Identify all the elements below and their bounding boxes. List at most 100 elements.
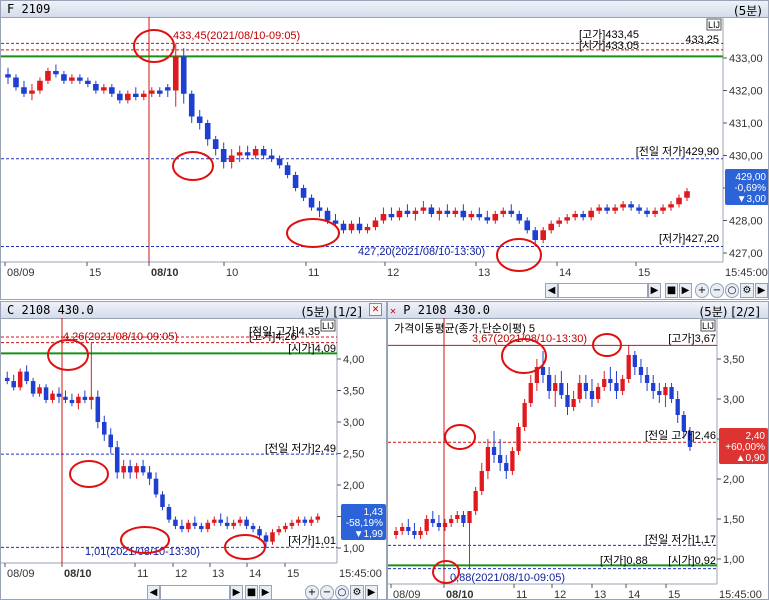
candle-body (436, 210, 443, 214)
candle-body (583, 383, 588, 391)
candle-body (237, 519, 243, 523)
candle-body (449, 519, 454, 523)
candle-body (188, 93, 195, 117)
low-label: [저가]427,20 (659, 232, 719, 245)
candle-body (532, 230, 539, 240)
candle-body (89, 396, 94, 400)
futures-candle-chart[interactable]: 433,00 432,00 431,00 430,00 429,00 428,00 427,… (1, 1, 769, 300)
zoom-fit-icon[interactable]: ○ (335, 585, 349, 599)
price-tick-label: 433,00 (729, 53, 763, 65)
zoom-out-icon[interactable]: − (320, 585, 334, 599)
time-tick-label: 14 (559, 267, 571, 279)
candle-body (516, 214, 523, 221)
candle-body (108, 434, 114, 448)
candle-body (681, 415, 686, 431)
candle-body (85, 80, 91, 84)
candle-body (404, 210, 411, 214)
candle-body (589, 391, 595, 399)
time-tick-label: 13 (478, 267, 490, 279)
zoom-fit-icon[interactable]: ○ (725, 283, 739, 298)
candle-body (498, 455, 503, 463)
scrollbar-track[interactable] (160, 585, 230, 599)
candle-body (101, 87, 107, 91)
highlight-circle (69, 460, 109, 488)
settings-icon[interactable]: ⚙ (350, 585, 364, 599)
price-tick-label: 2,00 (343, 480, 364, 492)
candle-body (604, 207, 610, 211)
candle-body (572, 214, 578, 218)
candle-body (141, 93, 147, 97)
call-option-chart-panel: C 2108 430.0 (5분) [1/2] ✕ 4,00 3,50 3,00 2,… (0, 301, 387, 600)
candle-body (252, 149, 259, 156)
candle-body (595, 387, 601, 399)
price-tick-label: 3,00 (723, 394, 744, 406)
candle-body (565, 395, 570, 407)
prev-high-label: [전일 고가]2,46 (645, 428, 716, 442)
candle-body (140, 466, 146, 473)
candle-body (134, 466, 139, 473)
price-badge-value: 429,00 (735, 172, 766, 183)
candle-body (620, 204, 626, 208)
play-button[interactable]: ▶ (679, 283, 692, 298)
candle-body (276, 158, 283, 166)
candle-body (147, 472, 152, 479)
scroll-left-button[interactable]: ◀ (147, 585, 160, 599)
candle-body (5, 74, 11, 78)
zoom-out-icon[interactable]: − (710, 283, 724, 298)
settings-icon[interactable]: ⚙ (740, 283, 754, 298)
scrollbar-track[interactable] (558, 283, 648, 298)
candle-body (50, 393, 55, 400)
price-tick-label: 428,00 (729, 216, 763, 228)
price-tick-label: 2,00 (723, 474, 744, 486)
candle-body (388, 214, 395, 218)
time-tick-label: 11 (308, 267, 319, 279)
candle-body (284, 165, 291, 175)
candle-body (500, 210, 507, 214)
time-tick-label: 12 (175, 568, 187, 580)
candle-body (82, 396, 88, 400)
high-label: [고가]3,67 (668, 332, 716, 345)
candle-body (580, 214, 586, 218)
candle-body (196, 116, 203, 123)
put-option-candle-chart[interactable]: 3,503,002,502,001,501,0008/0908/10111213… (388, 302, 769, 600)
highlight-circle (286, 218, 340, 248)
price-tick-label: 3,00 (343, 417, 364, 429)
high-annotation: 433,45(2021/08/10-09:05) (173, 30, 300, 42)
call-option-candle-chart[interactable]: 4,003,503,002,502,001,501,0008/0908/1011… (1, 302, 387, 600)
lij-toggle-icon: LIJ (322, 321, 334, 331)
price-tick-label: 1,00 (343, 543, 364, 555)
candle-body (473, 491, 478, 511)
candle-body (516, 427, 521, 451)
scroll-right-button[interactable]: ▶ (648, 283, 661, 298)
scroll-end-button[interactable]: ▶ (365, 585, 378, 599)
candle-body (663, 387, 668, 395)
candle-body (660, 207, 666, 211)
stop-button[interactable]: ■ (245, 585, 258, 599)
candle-body (620, 379, 625, 391)
candle-body (17, 371, 23, 388)
play-button[interactable]: ▶ (259, 585, 272, 599)
candle-body (244, 519, 249, 526)
price-badge-value: ▼3,00 (737, 194, 767, 205)
low-annotation: 427,20(2021/08/10-13:30) (358, 246, 485, 258)
prev-low-label: [전일 저가]1,17 (645, 532, 716, 546)
low-label: [저가]0,88 (600, 554, 648, 567)
candle-body (268, 155, 275, 159)
candle-body (93, 84, 99, 91)
candle-body (302, 519, 308, 523)
time-tick-label: 11 (516, 589, 527, 600)
scroll-right-button[interactable]: ▶ (230, 585, 243, 599)
candle-body (508, 210, 515, 214)
candle-body (53, 71, 59, 75)
candle-body (436, 523, 442, 527)
price-tick-label: 430,00 (729, 151, 763, 163)
candle-body (199, 525, 204, 530)
scroll-end-button[interactable]: ▶ (755, 283, 768, 298)
time-tick-label: 11 (137, 568, 148, 580)
stop-button[interactable]: ■ (665, 283, 678, 298)
candle-body (652, 210, 658, 214)
zoom-in-icon[interactable]: + (695, 283, 709, 298)
scroll-left-button[interactable]: ◀ (545, 283, 558, 298)
time-tick-label: 08/09 (393, 589, 421, 600)
zoom-in-icon[interactable]: + (305, 585, 319, 599)
